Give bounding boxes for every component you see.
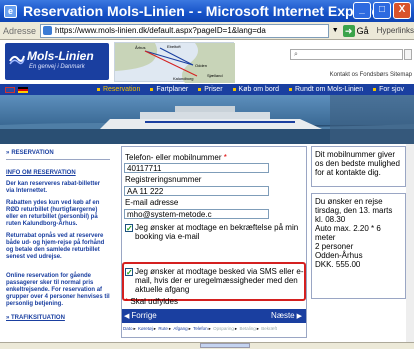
step-koeretoej[interactable]: Køretøj [138,326,153,331]
ie-icon: e [4,4,17,18]
go-button[interactable]: ➜ Gå [342,24,369,37]
trip-vehicle: Auto max. 2.20 * 6 meter [315,224,381,242]
sms-checkbox[interactable]: ✓ [125,268,133,277]
sidebar-traffic-link[interactable]: » TRAFIKSITUATION [6,315,110,321]
confirm-email-text: Jeg ønsker at modtage en bekræftelse på … [135,223,299,241]
mols-linien-logo[interactable]: Mols-Linien En genvej i Danmark [5,43,109,80]
address-dropdown-icon[interactable]: ▼ [331,24,340,38]
close-button[interactable]: X [393,2,411,19]
required-note-text: Skal udfyldes [130,297,178,306]
back-button[interactable]: ◀ Forrige [124,311,157,320]
sidebar-paragraph-4: Online reservation for gående passagerer… [6,273,110,307]
route-map: Århus Ebeltoft Odden Kalundborg Sjælland [114,42,235,83]
reg-label: Registreringsnummer [125,175,202,184]
nav-item-priser[interactable]: Priser [198,86,222,93]
step-betaling: Betaling [239,326,256,331]
arrow-right-icon: ▶ [296,312,302,320]
logo-tagline: En genvej i Danmark [29,64,85,70]
address-url: https://www.mols-linien.dk/default.aspx?… [55,26,266,35]
next-label: Næste [271,311,295,320]
step-rute[interactable]: Rute [158,326,168,331]
sidebar-divider [6,159,110,160]
window-controls: _ □ X [353,2,411,19]
sidebar: » RESERVATION INFO OM RESERVATION Der ka… [6,150,110,340]
trip-price: DKK. 555.00 [315,260,361,269]
go-label: Gå [356,25,369,36]
minimize-button[interactable]: _ [353,2,371,19]
trip-summary-box: Du ønsker en rejse tirsdag, den 13. mart… [311,193,406,299]
trip-date: tirsdag, den 13. marts [315,206,393,215]
phone-label-text: Telefon- eller mobilnummer [125,153,222,162]
go-arrow-icon: ➜ [342,24,355,37]
step-navigation: ◀ Forrige Næste ▶ [122,309,306,323]
step-afgang[interactable]: Afgang [173,326,187,331]
nav-item-reservation[interactable]: Reservation [97,86,140,93]
step-dato[interactable]: Dato [123,326,133,331]
german-flag-icon[interactable] [18,86,28,93]
step-opsparing: Opsparing [213,326,234,331]
email-label: E-mail adresse [125,198,179,207]
required-note: * Skal udfyldes [125,297,178,306]
utility-links[interactable]: Kontakt os Fondsbørs Sitemap [330,72,412,78]
phone-input[interactable]: 40117711 [124,163,269,173]
trip-route: Odden-Århus [315,251,363,260]
arrow-left-icon: ◀ [124,312,130,320]
map-label-ebeltoft: Ebeltoft [167,44,181,49]
email-input[interactable]: mho@system-metode.c [124,209,269,219]
page-favicon-icon [43,26,53,35]
map-label-odden: Odden [195,63,208,68]
required-marker: * [125,297,129,306]
main-nav: Reservation Fartplaner Priser Køb om bor… [0,84,414,95]
nav-item-fartplaner[interactable]: Fartplaner [150,86,188,93]
sidebar-paragraph-2: Rabatten ydes kun ved køb af en RØD retu… [6,200,100,227]
registration-input[interactable]: AA 11 222 [124,186,269,196]
logo-wave-icon [9,55,25,65]
next-button[interactable]: Næste ▶ [271,311,302,320]
window-titlebar: e Reservation Mols-Linien - - Microsoft … [0,0,414,22]
hero-ferry-image [0,95,414,144]
confirm-email-checkbox[interactable]: ✓ [125,224,133,233]
mobile-info-box: Dit mobilnummer giver os den bedste muli… [311,146,406,187]
chevron-right-icon: » [6,150,10,156]
trip-intro: Du ønsker en rejse [315,197,383,206]
nav-item-for-sjov[interactable]: For sjov [373,86,404,93]
vertical-scrollbar[interactable] [406,144,414,342]
sidebar-section-label: RESERVATION [11,150,54,156]
nav-item-koeb-om-bord[interactable]: Køb om bord [233,86,279,93]
links-toolbar[interactable]: Hyperlinks [377,26,414,35]
map-label-aarhus: Århus [135,45,146,50]
reservation-form: Telefon- eller mobilnummer * 40117711 Re… [121,146,307,338]
traffic-link-label: TRAFIKSITUATION [11,315,65,321]
search-submit-button[interactable] [404,49,412,60]
search-icon: ⌕ [294,51,298,58]
address-label: Adresse [3,25,37,36]
address-bar: Adresse https://www.mols-linien.dk/defau… [0,22,414,40]
horizontal-scrollbar-thumb[interactable] [200,343,250,348]
required-marker: * [223,153,227,162]
nav-item-rundt-om[interactable]: Rundt om Mols-Linien [289,86,363,93]
site-header: Mols-Linien En genvej i Danmark Århus Eb… [0,41,414,84]
step-breadcrumb: Dato▸ Køretøj▸ Rute▸ Afgang▸ Telefon▸ Op… [123,326,277,331]
trip-time: kl. 08.30 [315,215,346,224]
maximize-button[interactable]: □ [373,2,391,19]
back-label: Forrige [131,311,157,320]
window-title: Reservation Mols-Linien - - Microsoft In… [23,3,385,19]
logo-name: Mols-Linien [27,49,94,63]
map-label-kalundborg: Kalundborg [173,76,194,81]
map-label-sjaelland: Sjælland [207,73,223,78]
sidebar-info-title[interactable]: INFO OM RESERVATION [6,170,110,176]
step-telefon: Telefon [193,326,208,331]
trip-passengers: 2 personer [315,242,354,251]
sms-text: Jeg ønsker at modtage besked via SMS ell… [135,267,304,294]
site-search-input[interactable]: ⌕ [290,49,403,60]
english-flag-icon[interactable] [5,86,15,93]
step-bekraeft: Bekræft [261,326,277,331]
sidebar-paragraph-1: Der kan reserveres rabat-billetter via I… [6,181,101,194]
language-flags [5,86,97,93]
sidebar-section-heading: » RESERVATION [6,150,110,156]
address-input[interactable]: https://www.mols-linien.dk/default.aspx?… [40,23,329,38]
sidebar-paragraph-3: Returrabat opnås ved at reservere både u… [6,233,105,260]
phone-label: Telefon- eller mobilnummer * [125,153,227,162]
